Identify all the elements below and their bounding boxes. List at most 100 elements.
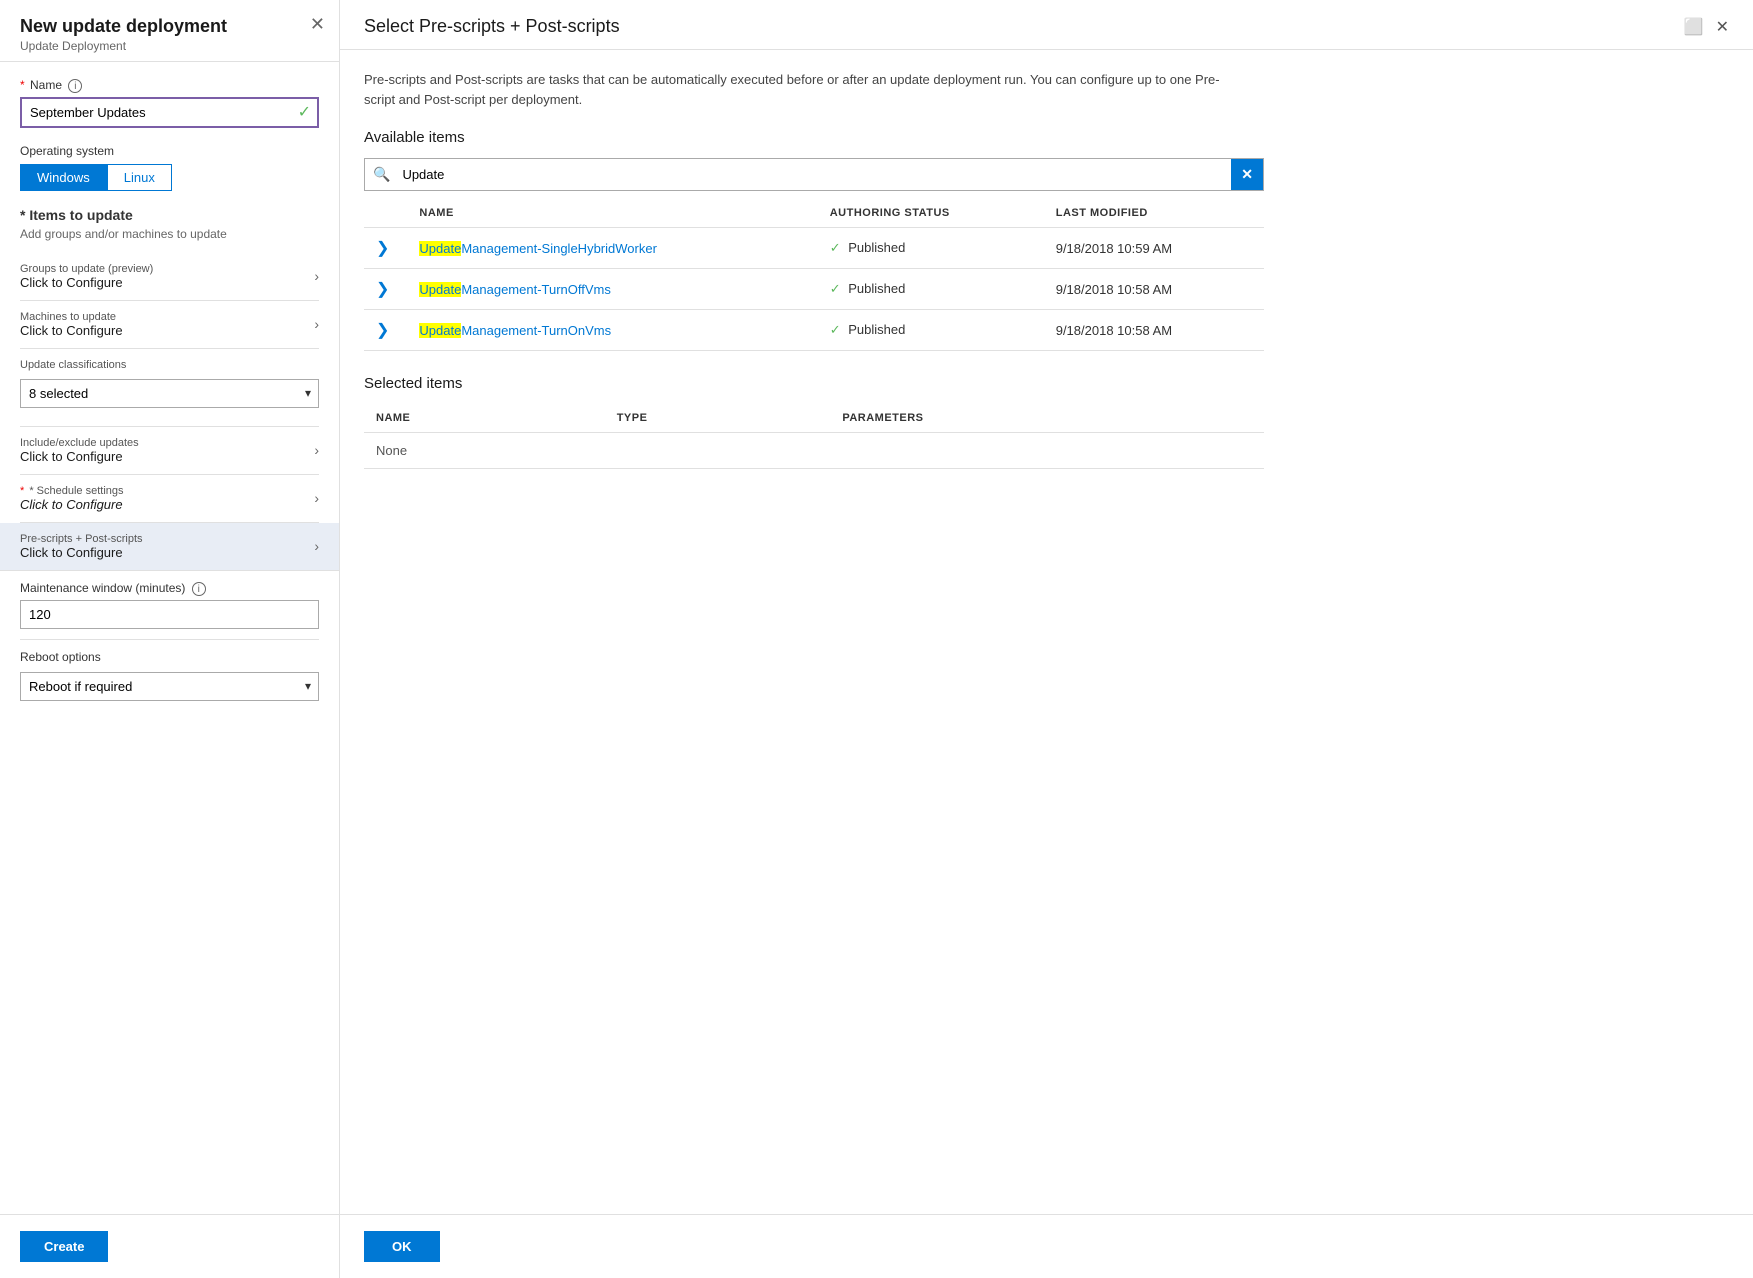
item-name-link[interactable]: UpdateManagement-TurnOffVms bbox=[419, 282, 610, 297]
include-exclude-value: Click to Configure bbox=[20, 449, 139, 464]
left-panel: New update deployment Update Deployment … bbox=[0, 0, 340, 1278]
selected-items-heading: Selected items bbox=[364, 375, 1729, 392]
schedule-chevron-icon: › bbox=[314, 490, 319, 506]
available-col-name: NAME bbox=[407, 199, 817, 228]
available-col-modified: LAST MODIFIED bbox=[1044, 199, 1264, 228]
selected-col-type: TYPE bbox=[605, 404, 831, 433]
required-star: * bbox=[20, 78, 25, 92]
search-bar: 🔍 ✕ bbox=[364, 158, 1264, 191]
left-header: New update deployment Update Deployment … bbox=[0, 0, 339, 62]
items-to-update-sub: Add groups and/or machines to update bbox=[20, 227, 319, 241]
search-clear-button[interactable]: ✕ bbox=[1231, 159, 1263, 190]
os-linux-button[interactable]: Linux bbox=[107, 164, 172, 191]
runbook-icon-cell: ❯ bbox=[364, 269, 407, 310]
item-name-highlight: Update bbox=[419, 241, 461, 256]
available-items-table: NAME AUTHORING STATUS LAST MODIFIED ❯ Up… bbox=[364, 199, 1264, 351]
groups-config-item[interactable]: Groups to update (preview) Click to Conf… bbox=[20, 253, 319, 301]
include-exclude-config-item-left: Include/exclude updates Click to Configu… bbox=[20, 437, 139, 464]
machines-label: Machines to update bbox=[20, 311, 123, 323]
left-footer: Create bbox=[0, 1214, 339, 1278]
panel-title: New update deployment bbox=[20, 16, 319, 37]
item-name-link[interactable]: UpdateManagement-TurnOnVms bbox=[419, 323, 611, 338]
update-classifications-select[interactable]: 8 selected bbox=[20, 379, 319, 408]
create-button[interactable]: Create bbox=[20, 1231, 108, 1262]
right-header: Select Pre-scripts + Post-scripts ⬜ ✕ bbox=[340, 0, 1753, 50]
item-name-cell: UpdateManagement-SingleHybridWorker bbox=[407, 228, 817, 269]
available-col-status: AUTHORING STATUS bbox=[818, 199, 1044, 228]
selected-col-name: NAME bbox=[364, 404, 605, 433]
available-items-heading: Available items bbox=[364, 129, 1729, 146]
close-right-panel-button[interactable]: ✕ bbox=[1716, 17, 1729, 37]
search-input[interactable] bbox=[398, 160, 1231, 189]
runbook-icon: ❯ bbox=[376, 238, 389, 258]
status-check-icon: ✓ bbox=[830, 322, 841, 337]
schedule-config-item[interactable]: * * Schedule settings Click to Configure… bbox=[20, 475, 319, 523]
machines-chevron-icon: › bbox=[314, 316, 319, 332]
maintenance-input[interactable] bbox=[20, 600, 319, 629]
item-status-cell: ✓ Published bbox=[818, 310, 1044, 351]
runbook-icon-cell: ❯ bbox=[364, 310, 407, 351]
items-to-update-title: * Items to update bbox=[20, 207, 319, 223]
item-name-highlight: Update bbox=[419, 282, 461, 297]
os-label: Operating system bbox=[20, 144, 319, 158]
update-classifications-section: Update classifications 8 selected ▾ bbox=[20, 349, 319, 427]
selected-items-none: None bbox=[364, 433, 1264, 469]
item-name-link[interactable]: UpdateManagement-SingleHybridWorker bbox=[419, 241, 657, 256]
schedule-label: * * Schedule settings bbox=[20, 485, 124, 497]
machines-config-item[interactable]: Machines to update Click to Configure › bbox=[20, 301, 319, 349]
runbook-icon: ❯ bbox=[376, 320, 389, 340]
maintenance-section: Maintenance window (minutes) i bbox=[20, 571, 319, 640]
reboot-select[interactable]: Reboot if required Never reboot Always r… bbox=[20, 672, 319, 701]
ok-button[interactable]: OK bbox=[364, 1231, 440, 1262]
left-content: * Name i ✓ Operating system Windows Linu… bbox=[0, 62, 339, 1214]
available-items-table-container: NAME AUTHORING STATUS LAST MODIFIED ❯ Up… bbox=[364, 199, 1264, 351]
table-row: ❯ UpdateManagement-TurnOffVms ✓ Publishe… bbox=[364, 269, 1264, 310]
item-name-rest: Management-TurnOffVms bbox=[461, 282, 611, 297]
groups-value: Click to Configure bbox=[20, 275, 153, 290]
groups-label: Groups to update (preview) bbox=[20, 263, 153, 275]
include-exclude-config-item[interactable]: Include/exclude updates Click to Configu… bbox=[20, 427, 319, 475]
os-section: Operating system Windows Linux bbox=[20, 144, 319, 191]
right-footer: OK bbox=[340, 1214, 1753, 1278]
selected-items-table-container: NAME TYPE PARAMETERS None bbox=[364, 404, 1264, 469]
item-status-cell: ✓ Published bbox=[818, 228, 1044, 269]
close-left-panel-button[interactable]: ✕ bbox=[310, 14, 325, 35]
reboot-dropdown-container: Reboot if required Never reboot Always r… bbox=[20, 672, 319, 701]
selected-items-table: NAME TYPE PARAMETERS None bbox=[364, 404, 1264, 469]
pre-post-config-item[interactable]: Pre-scripts + Post-scripts Click to Conf… bbox=[0, 523, 339, 571]
groups-chevron-icon: › bbox=[314, 268, 319, 284]
right-panel-title: Select Pre-scripts + Post-scripts bbox=[364, 16, 620, 37]
item-status-cell: ✓ Published bbox=[818, 269, 1044, 310]
item-name-cell: UpdateManagement-TurnOnVms bbox=[407, 310, 817, 351]
right-header-actions: ⬜ ✕ bbox=[1684, 17, 1729, 37]
include-exclude-label: Include/exclude updates bbox=[20, 437, 139, 449]
pre-post-label: Pre-scripts + Post-scripts bbox=[20, 533, 143, 545]
table-row: ❯ UpdateManagement-SingleHybridWorker ✓ … bbox=[364, 228, 1264, 269]
pre-post-config-item-left: Pre-scripts + Post-scripts Click to Conf… bbox=[20, 533, 143, 560]
include-exclude-chevron-icon: › bbox=[314, 442, 319, 458]
name-valid-icon: ✓ bbox=[298, 102, 311, 122]
search-icon: 🔍 bbox=[365, 166, 398, 183]
schedule-config-item-left: * * Schedule settings Click to Configure bbox=[20, 485, 124, 512]
item-status: Published bbox=[848, 240, 905, 255]
item-modified-cell: 9/18/2018 10:58 AM bbox=[1044, 269, 1264, 310]
os-windows-button[interactable]: Windows bbox=[20, 164, 107, 191]
item-modified-cell: 9/18/2018 10:59 AM bbox=[1044, 228, 1264, 269]
maintenance-info-icon[interactable]: i bbox=[192, 582, 206, 596]
description-text: Pre-scripts and Post-scripts are tasks t… bbox=[364, 70, 1224, 109]
item-modified-cell: 9/18/2018 10:58 AM bbox=[1044, 310, 1264, 351]
right-panel: Select Pre-scripts + Post-scripts ⬜ ✕ Pr… bbox=[340, 0, 1753, 1278]
item-status: Published bbox=[848, 281, 905, 296]
name-input[interactable] bbox=[20, 97, 319, 128]
table-row: None bbox=[364, 433, 1264, 469]
selected-items-section: Selected items NAME TYPE PARAMETERS None bbox=[364, 375, 1729, 469]
maximize-button[interactable]: ⬜ bbox=[1684, 17, 1704, 37]
name-info-icon[interactable]: i bbox=[68, 79, 82, 93]
item-status: Published bbox=[848, 322, 905, 337]
pre-post-value: Click to Configure bbox=[20, 545, 143, 560]
status-check-icon: ✓ bbox=[830, 281, 841, 296]
groups-config-item-left: Groups to update (preview) Click to Conf… bbox=[20, 263, 153, 290]
runbook-icon: ❯ bbox=[376, 279, 389, 299]
status-check-icon: ✓ bbox=[830, 240, 841, 255]
runbook-icon-cell: ❯ bbox=[364, 228, 407, 269]
